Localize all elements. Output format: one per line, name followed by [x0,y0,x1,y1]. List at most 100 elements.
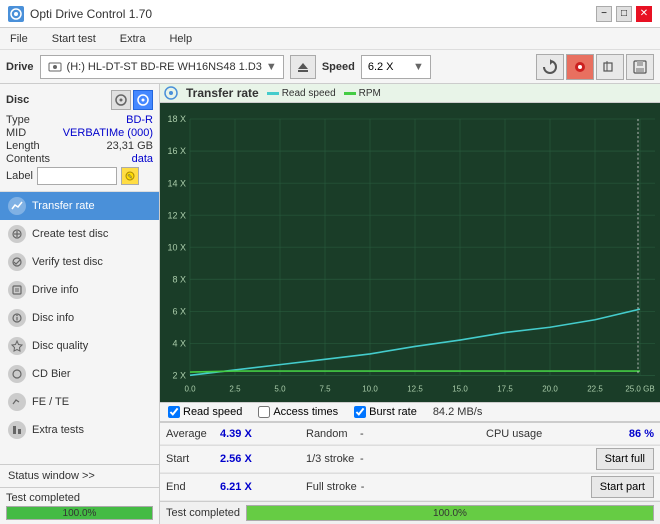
svg-text:12.5: 12.5 [407,384,423,393]
legend-read-speed: Read speed [267,88,336,99]
stats-start-full: Start full [480,446,660,473]
svg-text:17.5: 17.5 [497,384,513,393]
cd-bier-label: CD Bier [32,368,71,380]
bottom-progress-value: 100.0% [433,508,467,519]
access-times-checkbox-label[interactable]: Access times [258,406,338,418]
chart-wrapper: 18 X 16 X 14 X 12 X 10 X 8 X 6 X 4 X 2 X… [160,103,660,402]
disc-section: Disc Type BD-R MID VERBATIMe (000) [0,84,159,192]
speed-value: 6.2 X [368,61,394,73]
nav-verify-test-disc[interactable]: Verify test disc [0,248,159,276]
stats-average: Average 4.39 X [160,423,300,445]
burst-rate-checkbox-label[interactable]: Burst rate [354,406,417,418]
cpu-value: 86 % [629,428,654,440]
refresh-button[interactable] [536,54,564,80]
menu-help[interactable]: Help [163,31,198,47]
full-stroke-value: - [361,481,365,493]
svg-text:0.0: 0.0 [184,384,195,393]
nav-disc-info[interactable]: Disc info [0,304,159,332]
read-speed-checkbox-label[interactable]: Read speed [168,406,242,418]
stats-row-3: End 6.21 X Full stroke - Start part [160,474,660,501]
disc-info-icon [8,309,26,327]
save-button[interactable] [626,54,654,80]
start-part-button[interactable]: Start part [591,476,654,498]
record-icon [572,59,588,75]
label-icon-button[interactable]: ✎ [121,167,139,185]
svg-text:6 X: 6 X [172,306,186,316]
menu-extra[interactable]: Extra [114,31,152,47]
nav-fe-te[interactable]: FE / TE [0,388,159,416]
svg-text:7.5: 7.5 [319,384,330,393]
status-window-button[interactable]: Status window >> [0,465,159,487]
main-content: Disc Type BD-R MID VERBATIMe (000) [0,84,660,524]
settings-button[interactable] [566,54,594,80]
status-completed: Test completed 100.0% [0,487,159,524]
legend-rpm-color [344,92,356,95]
svg-text:10 X: 10 X [168,242,186,252]
menu-bar: File Start test Extra Help [0,28,660,50]
type-value: BD-R [126,114,153,126]
legend-rpm: RPM [344,88,381,99]
nav-create-test-disc[interactable]: Create test disc [0,220,159,248]
disc-icon-2[interactable] [133,90,153,110]
svg-text:5.0: 5.0 [274,384,285,393]
maximize-button[interactable]: □ [616,6,632,22]
stats-start: Start 2.56 X [160,446,300,473]
mid-label: MID [6,127,26,139]
nav-section: Transfer rate Create test disc Verify te… [0,192,159,464]
end-label: End [166,481,216,493]
transfer-rate-label: Transfer rate [32,200,95,212]
drive-info-label: Drive info [32,284,78,296]
eject-button[interactable] [290,55,316,79]
drive-label: Drive [6,61,34,73]
access-times-checkbox-text: Access times [273,406,338,418]
legend-rpm-label: RPM [359,88,381,99]
burst-rate-checkbox-text: Burst rate [369,406,417,418]
close-button[interactable]: ✕ [636,6,652,22]
window-controls: − □ ✕ [596,6,652,22]
read-speed-checkbox[interactable] [168,406,180,418]
speed-dropdown-arrow: ▼ [413,61,424,73]
menu-start-test[interactable]: Start test [46,31,102,47]
save-icon [632,59,648,75]
edit-button[interactable] [596,54,624,80]
cd-bier-icon [8,365,26,383]
app-icon [8,6,24,22]
chart-icon [164,86,178,100]
drive-selector[interactable]: (H:) HL-DT-ST BD-RE WH16NS48 1.D3 ▼ [40,55,284,79]
access-times-checkbox[interactable] [258,406,270,418]
length-label: Length [6,140,40,152]
extra-tests-icon [8,421,26,439]
completed-text: Test completed [6,492,153,504]
svg-text:25.0 GB: 25.0 GB [625,384,655,393]
nav-extra-tests[interactable]: Extra tests [0,416,159,444]
svg-text:8 X: 8 X [172,274,186,284]
label-input[interactable] [37,167,117,185]
burst-rate-value: 84.2 MB/s [433,406,483,418]
bottom-status-text: Test completed [166,507,240,519]
start-full-button[interactable]: Start full [596,448,654,470]
toolbar-icons [536,54,654,80]
nav-transfer-rate[interactable]: Transfer rate [0,192,159,220]
drive-icon [47,59,63,75]
burst-rate-checkbox[interactable] [354,406,366,418]
contents-label: Contents [6,153,50,165]
svg-text:4 X: 4 X [172,338,186,348]
stats-full-stroke: Full stroke - [300,474,480,501]
status-section: Status window >> Test completed 100.0% [0,464,159,524]
stroke-1-3-label: 1/3 stroke [306,453,356,465]
minimize-button[interactable]: − [596,6,612,22]
dropdown-arrow: ▼ [266,61,277,73]
svg-text:10.0: 10.0 [362,384,378,393]
transfer-rate-icon [8,197,26,215]
svg-text:2 X: 2 X [172,370,186,380]
nav-cd-bier[interactable]: CD Bier [0,360,159,388]
extra-tests-label: Extra tests [32,424,84,436]
menu-file[interactable]: File [4,31,34,47]
drive-info-icon [8,281,26,299]
disc-icon-1[interactable] [111,90,131,110]
fe-te-label: FE / TE [32,396,69,408]
nav-drive-info[interactable]: Drive info [0,276,159,304]
speed-selector[interactable]: 6.2 X ▼ [361,55,431,79]
left-panel: Disc Type BD-R MID VERBATIMe (000) [0,84,160,524]
nav-disc-quality[interactable]: Disc quality [0,332,159,360]
